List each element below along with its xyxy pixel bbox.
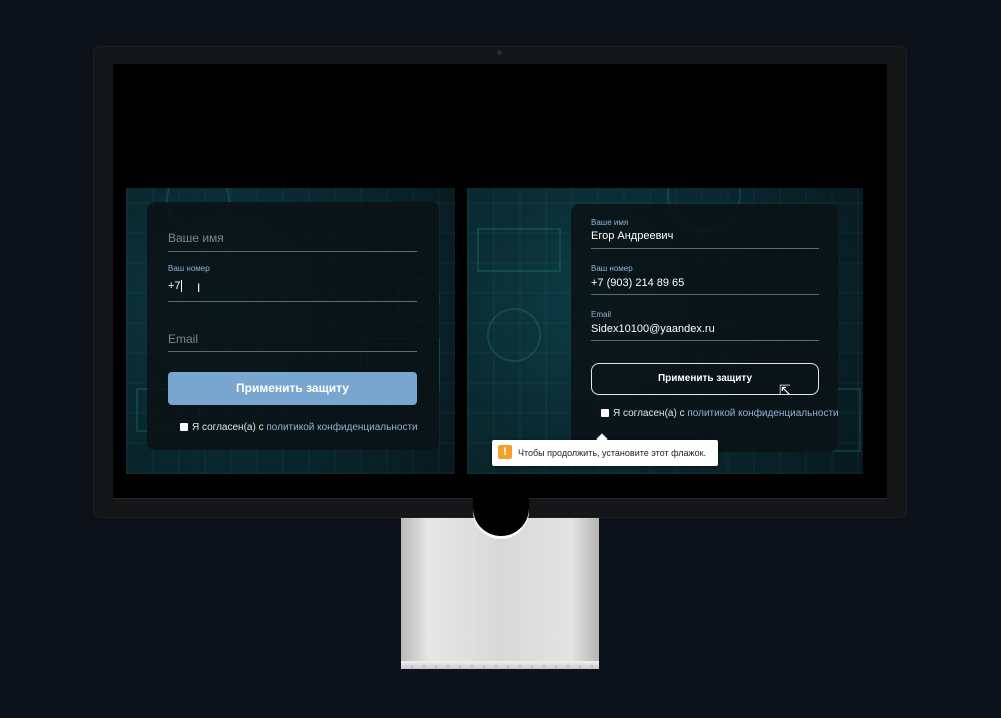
monitor: Ваше имя Ваш номер +7 I Email Применить …	[93, 46, 907, 518]
name-input[interactable]: Ваше имя	[168, 222, 417, 252]
monitor-screen: Ваше имя Ваш номер +7 I Email Применить …	[113, 64, 887, 498]
warning-icon: !	[498, 445, 512, 459]
text-cursor-icon: I	[197, 281, 201, 295]
phone-input[interactable]: Ваш номер +7 (903) 214 89 65	[591, 264, 819, 295]
apply-protection-button[interactable]: Применить защиту	[168, 372, 417, 405]
name-label: Ваше имя	[591, 218, 629, 227]
email-label: Email	[591, 310, 612, 319]
camera-dot	[497, 50, 502, 55]
agree-text: Я согласен(а) с	[613, 408, 685, 419]
right-form-card: Ваше имя Егор Андреевич Ваш номер +7 (90…	[571, 204, 839, 452]
email-value: Sidex10100@yaandex.ru	[591, 323, 715, 335]
email-placeholder: Email	[168, 332, 199, 346]
right-form-panel: Ваше имя Егор Андреевич Ваш номер +7 (90…	[467, 188, 863, 474]
name-input[interactable]: Ваше имя Егор Андреевич	[591, 218, 819, 249]
left-form-panel: Ваше имя Ваш номер +7 I Email Применить …	[126, 188, 455, 474]
validation-message: Чтобы продолжить, установите этот флажок…	[518, 448, 707, 458]
stand-feet	[401, 665, 599, 668]
agree-checkbox[interactable]	[601, 409, 609, 417]
agree-text: Я согласен(а) с	[192, 422, 264, 433]
validation-tooltip: ! Чтобы продолжить, установите этот флаж…	[492, 440, 718, 466]
monitor-stand	[401, 490, 599, 669]
email-input[interactable]: Email	[168, 322, 417, 352]
phone-input[interactable]: Ваш номер +7 I	[168, 264, 417, 302]
email-input[interactable]: Email Sidex10100@yaandex.ru	[591, 310, 819, 341]
decor-circle	[487, 308, 541, 362]
left-form-card: Ваше имя Ваш номер +7 I Email Применить …	[147, 202, 439, 450]
privacy-policy-link[interactable]: политикой конфиденциальности	[266, 422, 417, 433]
privacy-agreement: Я согласен(а) с политикой конфиденциальн…	[180, 422, 418, 433]
phone-label: Ваш номер	[591, 264, 633, 273]
name-value: Егор Андреевич	[591, 230, 674, 242]
privacy-policy-link[interactable]: политикой конфиденциальности	[687, 408, 838, 419]
privacy-agreement: Я согласен(а) с политикой конфиденциальн…	[601, 408, 839, 419]
agree-checkbox[interactable]	[180, 423, 188, 431]
name-placeholder: Ваше имя	[168, 231, 224, 245]
click-cursor-icon: ⇱	[779, 382, 791, 398]
phone-value: +7 (903) 214 89 65	[591, 277, 685, 289]
phone-label: Ваш номер	[168, 264, 210, 273]
decor-rect	[477, 228, 561, 272]
phone-value: +7	[168, 280, 181, 292]
stand-notch	[473, 490, 529, 536]
text-caret	[181, 280, 182, 292]
